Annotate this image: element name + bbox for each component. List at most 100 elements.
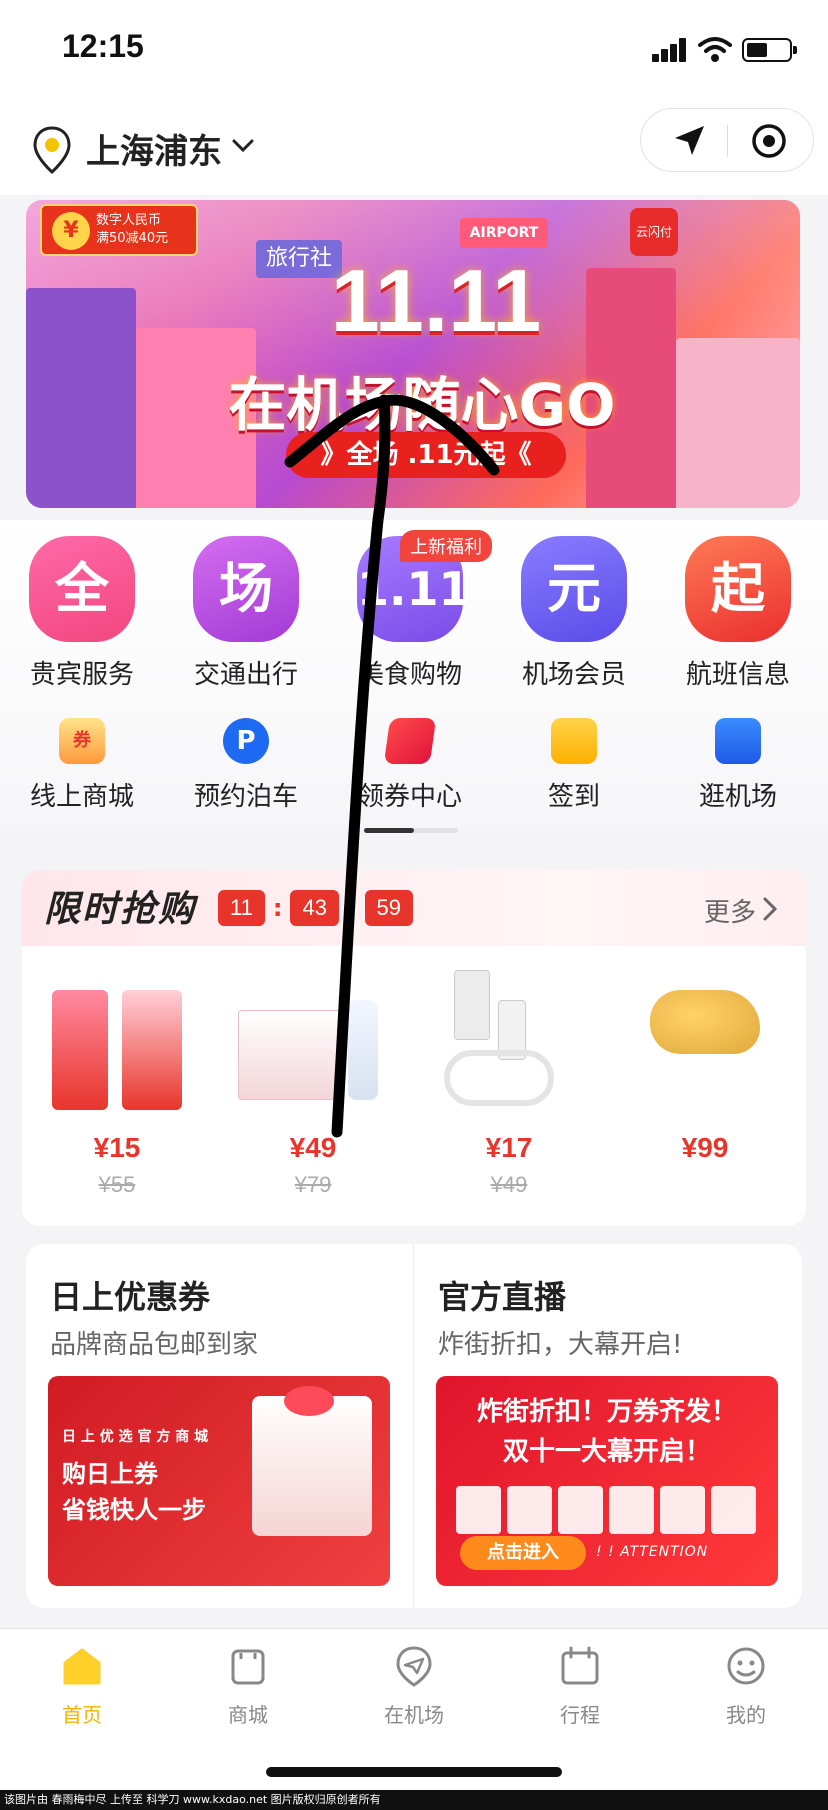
banner-ribbon: 》全场 .11元起《 — [286, 432, 566, 478]
tab-itinerary[interactable]: 行程 — [520, 1645, 640, 1728]
bottom-tab-bar: 首页 商城 在机场 行程 我的 — [0, 1628, 828, 1790]
vip-icon: 全 — [29, 536, 135, 642]
tab-label: 行程 — [560, 1703, 600, 1727]
grid-pager — [364, 828, 458, 833]
membership-icon: 元 — [521, 536, 627, 642]
shopping-bag-icon — [231, 1649, 265, 1685]
sub-item-online-mall[interactable]: 券 线上商城 — [12, 718, 152, 813]
watermark-footer: 该图片由 春雨梅中尽 上传至 科学刀 www.kxdao.net 图片版权归原创… — [0, 1790, 828, 1810]
category-grid: 全 贵宾服务 场 交通出行 1.11 美食购物 上新福利 元 机场会员 起 航班… — [0, 520, 828, 833]
promo-cards: 日上优惠券 品牌商品包邮到家 日 上 优 选 官 方 商 城 购日上券 省钱快人… — [26, 1244, 802, 1608]
cloud-pay-logo: 云闪付 — [630, 208, 678, 256]
home-icon — [63, 1648, 101, 1685]
tab-home[interactable]: 首页 — [22, 1645, 142, 1728]
product-card[interactable]: ¥99 — [610, 970, 800, 1210]
sub-item-label: 签到 — [547, 782, 600, 812]
attention-text: ! ! ATTENTION — [596, 1544, 709, 1560]
promo-banner[interactable]: ¥ 数字人民币 满50减40元 旅行社 AIRPORT 云闪付 11.11 在机… — [26, 200, 800, 508]
cellular-signal-icon — [652, 38, 688, 62]
live-stream-card[interactable]: 官方直播 炸街折扣，大幕开启! 炸街折扣！万券齐发！ 双十一大幕开启！ 点击进入… — [414, 1244, 802, 1608]
flash-sale-section: 限时抢购 11 : 43 : 59 更多 ¥15 ¥55 ¥49 ¥79 ¥17… — [22, 870, 806, 1226]
banner-slogan: 在机场随心GO — [228, 371, 616, 439]
navigation-arrow-icon[interactable] — [671, 123, 707, 159]
category-label: 贵宾服务 — [29, 660, 134, 690]
product-price: ¥49 — [289, 1132, 337, 1163]
battery-icon — [742, 38, 797, 62]
divider — [727, 125, 728, 157]
sub-item-coupon-center[interactable]: 领券中心 — [340, 718, 480, 813]
gift-bow-icon — [284, 1386, 334, 1416]
card-image: 炸街折扣！万券齐发！ 双十一大幕开启！ 点击进入 ! ! ATTENTION — [436, 1376, 778, 1586]
category-item-membership[interactable]: 元 机场会员 — [504, 536, 644, 691]
product-card[interactable]: ¥49 ¥79 — [218, 970, 408, 1210]
category-label: 航班信息 — [685, 660, 790, 690]
sub-item-label: 线上商城 — [29, 782, 134, 812]
tab-profile[interactable]: 我的 — [686, 1645, 806, 1728]
sub-item-checkin[interactable]: 签到 — [504, 718, 644, 813]
tab-mall[interactable]: 商城 — [188, 1645, 308, 1728]
digital-rmb-badge: ¥ 数字人民币 满50减40元 — [40, 204, 198, 256]
product-original-price: ¥49 — [490, 1172, 528, 1197]
more-link[interactable]: 更多 — [704, 892, 756, 929]
card-image-line2: 双十一大幕开启！ — [502, 1437, 711, 1467]
card-image-line1: 购日上券 — [62, 1460, 158, 1488]
product-lineup — [456, 1486, 756, 1534]
enter-button[interactable]: 点击进入 — [460, 1536, 586, 1570]
gift-box-icon — [252, 1396, 372, 1536]
card-image-line1: 炸街折扣！万券齐发！ — [476, 1397, 737, 1427]
sub-item-parking[interactable]: P 预约泊车 — [176, 718, 316, 813]
header-actions — [640, 108, 814, 172]
category-label: 机场会员 — [521, 660, 626, 690]
product-price: ¥99 — [681, 1132, 729, 1163]
pager-active — [364, 828, 414, 833]
sub-item-label: 领券中心 — [357, 782, 462, 812]
category-item-vip[interactable]: 全 贵宾服务 — [12, 536, 152, 691]
product-image — [42, 970, 192, 1110]
chevron-right-icon[interactable] — [762, 896, 778, 922]
card-title: 日上优惠券 — [50, 1278, 211, 1316]
airport-pin-icon — [396, 1646, 432, 1687]
chevron-down-icon[interactable] — [232, 138, 254, 154]
coupon-center-icon — [383, 718, 437, 764]
tab-label: 我的 — [726, 1703, 766, 1727]
parking-icon: P — [223, 718, 269, 764]
coupon-ticket-icon: 券 — [59, 718, 105, 764]
banner-headline: 11.11 — [330, 251, 542, 350]
tab-label: 首页 — [62, 1703, 102, 1727]
product-original-price: ¥55 — [98, 1172, 136, 1197]
card-title: 官方直播 — [438, 1278, 567, 1316]
card-image-line2: 省钱快人一步 — [62, 1496, 206, 1524]
timer-minutes: 43 — [290, 890, 339, 926]
coupon-card[interactable]: 日上优惠券 品牌商品包邮到家 日 上 优 选 官 方 商 城 购日上券 省钱快人… — [26, 1244, 414, 1608]
product-card[interactable]: ¥17 ¥49 — [414, 970, 604, 1210]
product-image — [630, 970, 780, 1110]
shopping-bag-plane-icon — [715, 718, 761, 764]
product-card[interactable]: ¥15 ¥55 — [22, 970, 212, 1210]
city-selector[interactable]: 上海浦东 — [86, 124, 222, 173]
home-indicator[interactable] — [266, 1767, 562, 1777]
card-image-caption: 日 上 优 选 官 方 商 城 — [62, 1429, 209, 1445]
new-benefit-badge: 上新福利 — [400, 530, 492, 562]
tab-label: 商城 — [228, 1703, 268, 1727]
banner-building — [676, 338, 800, 508]
tab-at-airport[interactable]: 在机场 — [354, 1645, 474, 1728]
product-original-price: ¥79 — [294, 1172, 332, 1197]
timer-seconds: 59 — [364, 890, 414, 926]
airport-sign: AIRPORT — [460, 218, 548, 248]
sub-item-label: 预约泊车 — [193, 782, 298, 812]
product-price: ¥17 — [485, 1132, 533, 1163]
location-header: 上海浦东 — [0, 100, 828, 195]
flash-sale-title: 限时抢购 — [44, 889, 197, 930]
scan-target-icon[interactable] — [751, 123, 787, 159]
status-time: 12:15 — [62, 28, 144, 64]
category-item-transport[interactable]: 场 交通出行 — [176, 536, 316, 691]
flight-info-icon: 起 — [685, 536, 791, 642]
category-item-flight-info[interactable]: 起 航班信息 — [668, 536, 808, 691]
banner-building — [26, 288, 136, 508]
card-subtitle: 炸街折扣，大幕开启! — [438, 1330, 683, 1360]
sub-item-explore-airport[interactable]: 逛机场 — [668, 718, 808, 813]
timer-separator: : — [346, 894, 357, 922]
location-pin-icon — [33, 126, 71, 174]
timer-separator: : — [272, 894, 283, 922]
countdown-timer: 11 : 43 : 59 — [218, 890, 414, 926]
